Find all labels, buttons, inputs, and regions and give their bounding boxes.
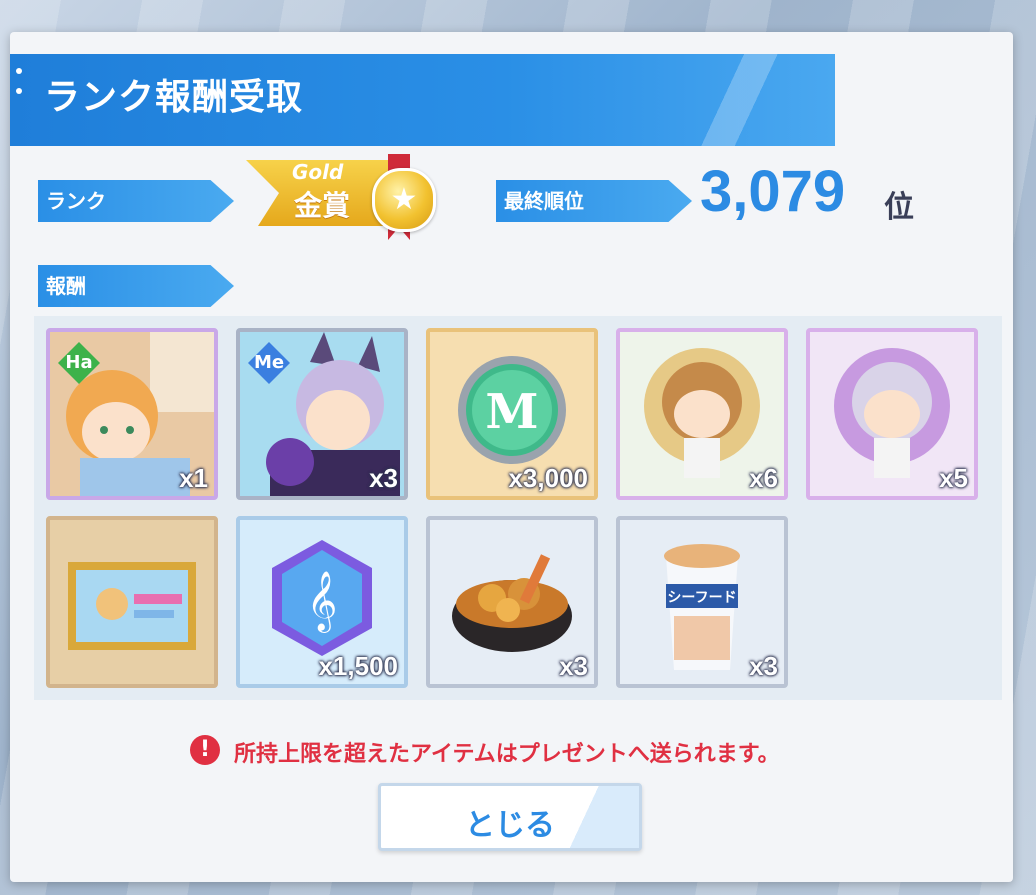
gold-award-badge: Gold 金賞 ★ [246,154,446,244]
dialog-title: ランク報酬受取 [44,77,304,118]
close-button-label: とじる [465,808,555,843]
final-rank-unit: 位 [884,190,914,225]
award-word: Gold [292,160,344,184]
item-quantity: x1 [179,463,208,493]
picture-frame-icon [50,520,214,684]
close-button[interactable]: とじる [378,783,642,851]
award-jp: 金賞 [294,189,351,222]
item-quantity: x5 [939,463,968,493]
rank-label: ランク [38,180,234,222]
title-gloss [655,54,835,146]
svg-text:𝄞: 𝄞 [307,571,338,633]
svg-text:M: M [485,384,538,440]
reward-grid: Ha x1 Me x3 M x3,000 x6 x5 𝄞 x1,500 x3 シ… [34,316,1002,700]
reward-item-chibi-silver[interactable]: x5 [806,328,978,500]
reward-item-seafood-ramen[interactable]: シーフード x3 [616,516,788,688]
notice-text: 所持上限を超えたアイテムはプレゼントへ送られます。 [234,742,780,767]
reward-item-treble-crystal[interactable]: 𝄞 x1,500 [236,516,408,688]
final-rank-label: 最終順位 [496,180,692,222]
warning-icon: ! [190,735,220,765]
cup-label: シーフード [667,590,736,606]
reward-item-tempura-bowl[interactable]: x3 [426,516,598,688]
item-quantity: x3,000 [508,463,588,493]
reward-item-card-me[interactable]: Me x3 [236,328,408,500]
item-quantity: x1,500 [318,651,398,681]
reward-item-music-coin[interactable]: M x3,000 [426,328,598,500]
final-rank-value: 3,079 [700,159,846,224]
item-quantity: x3 [369,463,398,493]
item-quantity: x3 [749,651,778,681]
reward-item-picture-frame[interactable] [46,516,218,688]
item-quantity: x6 [749,463,778,493]
reward-item-card-ha[interactable]: Ha x1 [46,328,218,500]
title-dots [16,68,24,108]
rank-reward-dialog: ランク報酬受取 ランク Gold 金賞 ★ 最終順位 3,079 位 報酬 Ha… [10,32,1013,882]
star-medal-icon: ★ [372,168,436,232]
item-quantity: x3 [559,651,588,681]
reward-item-chibi-blond[interactable]: x6 [616,328,788,500]
reward-label: 報酬 [38,265,234,307]
